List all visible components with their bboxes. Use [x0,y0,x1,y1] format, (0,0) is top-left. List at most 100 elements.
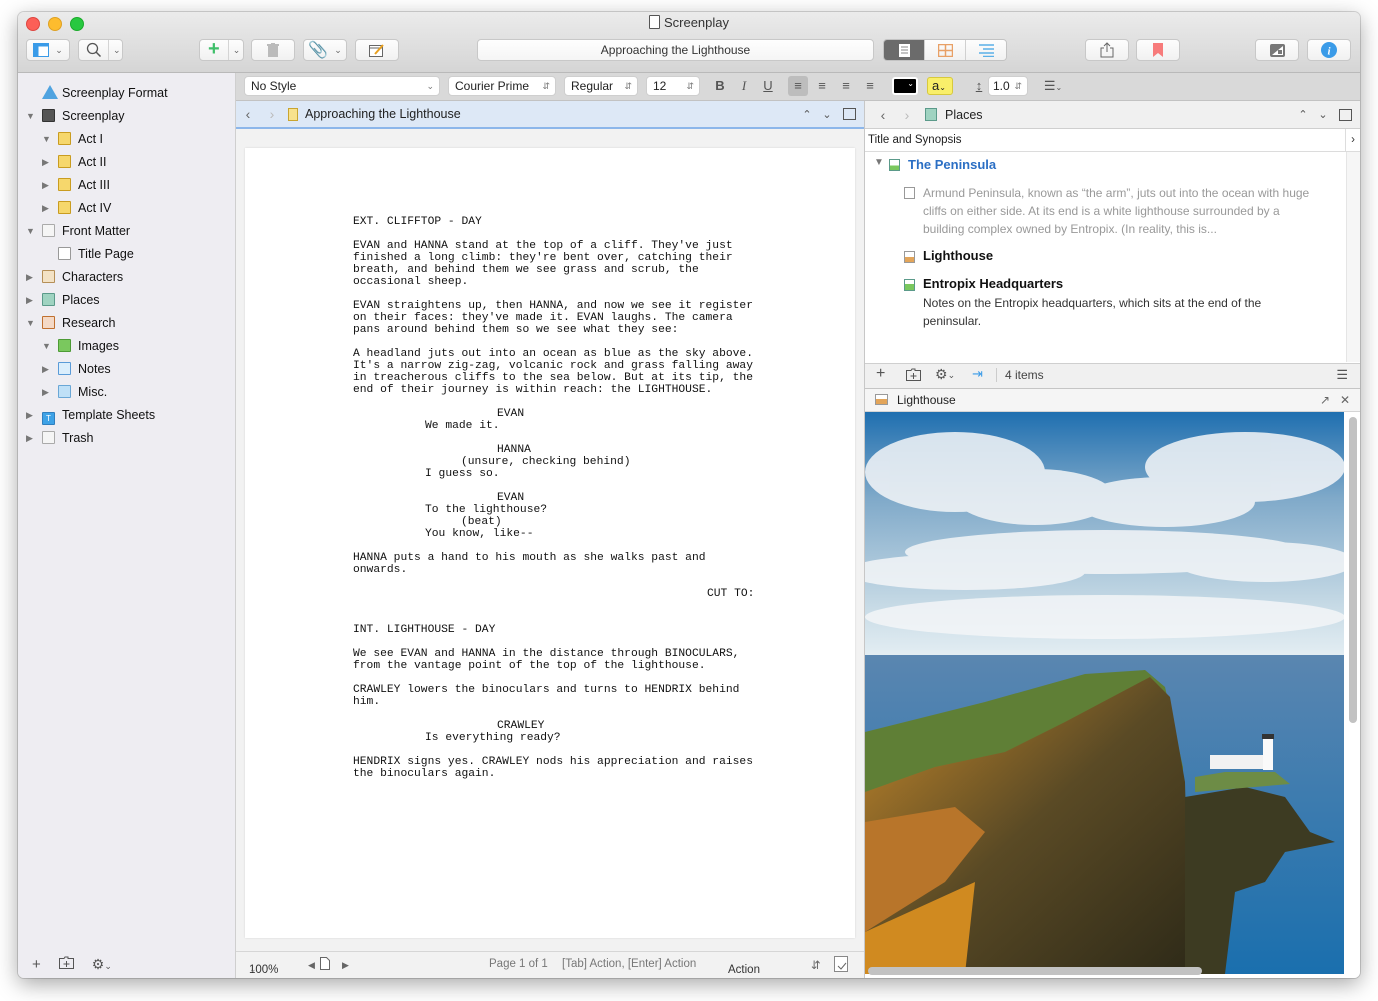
script-dialogue[interactable]: I guess so. [353,468,754,480]
script-dialogue[interactable]: To the lighthouse? [353,504,754,516]
previous-document-button[interactable]: ⌃ [1293,108,1313,121]
italic-button[interactable]: I [734,76,754,96]
script-parenthetical[interactable]: (beat) [353,516,754,528]
page-view-button[interactable] [320,957,330,973]
binder-item[interactable]: ▶ Act II [42,151,106,173]
disclosure-open-icon[interactable]: ▼ [42,128,52,150]
binder-settings-button[interactable]: ⚙⌄ [92,956,112,973]
outliner-row-title[interactable]: Lighthouse [923,248,993,263]
previous-page-button[interactable]: ◀ [308,960,315,971]
composition-mode-button[interactable] [1255,39,1299,61]
layout-button[interactable]: ⌄ [26,39,70,61]
script-action[interactable]: CRAWLEY lowers the binoculars and turns … [353,684,754,708]
script-character[interactable]: EVAN [353,492,754,504]
align-right-button[interactable]: ≡ [836,76,856,96]
binder-item[interactable]: ▼ Screenplay [26,105,125,127]
outliner-row-title[interactable]: The Peninsula [908,157,996,172]
binder-item[interactable]: ▶ Misc. [42,381,107,403]
disclosure-open-icon[interactable]: ▼ [42,335,52,357]
align-left-button[interactable]: ≡ [788,76,808,96]
inspector-button[interactable]: i [1307,39,1351,61]
font-size-field[interactable]: 12 ⇵ [646,76,700,96]
outline-view-options-button[interactable]: ☰ [1336,367,1348,383]
column-header-title-synopsis[interactable]: Title and Synopsis › [865,129,1360,152]
add-item-button[interactable]: + [32,956,41,973]
bold-button[interactable]: B [710,76,730,96]
binder-item[interactable]: ▶ T Template Sheets [26,404,155,426]
binder-item[interactable]: ▶ Act III [42,174,110,196]
image-vertical-scrollbar[interactable] [1349,417,1357,723]
revision-button[interactable] [834,956,848,975]
script-action[interactable]: EVAN and HANNA stand at the top of a cli… [353,240,754,288]
script-character[interactable]: EVAN [353,408,754,420]
disclosure-open-icon[interactable]: ▼ [26,105,36,127]
script-scene[interactable]: INT. LIGHTHOUSE - DAY [353,624,754,636]
add-folder-button[interactable] [58,956,74,973]
binder-item[interactable]: ▼ Front Matter [26,220,130,242]
search-button[interactable]: ⌄ [78,39,123,61]
script-action[interactable]: HANNA puts a hand to his mouth as she wa… [353,552,754,576]
next-document-button[interactable]: ⌄ [817,108,837,121]
binder-item[interactable]: ▶ Notes [42,358,111,380]
script-character[interactable]: CRAWLEY [353,720,754,732]
text-color-button[interactable]: ⌄ [892,77,918,95]
forward-button[interactable]: › [895,107,919,123]
binder-item[interactable]: ▶ Characters [26,266,123,288]
highlight-color-button[interactable]: a⌄ [927,77,953,95]
split-editor-button[interactable] [843,108,856,120]
script-dialogue[interactable]: Is everything ready? [353,732,754,744]
disclosure-open-icon[interactable]: ▼ [26,312,36,334]
forward-button[interactable]: › [260,106,284,122]
binder-item[interactable]: Screenplay Format [42,82,168,104]
disclosure-closed-icon[interactable]: ▶ [42,358,52,380]
split-editor-button[interactable] [1339,108,1352,121]
binder-item[interactable]: Title Page [58,243,134,265]
disclosure-closed-icon[interactable]: ▶ [42,197,52,219]
disclosure-open-icon[interactable]: ▼ [26,220,36,242]
binder-item[interactable]: ▼ Act I [42,128,103,150]
font-weight-select[interactable]: Regular ⇵ [564,76,638,96]
attach-button[interactable]: 📎 ⌄ [303,39,347,61]
script-text[interactable]: EXT. CLIFFTOP - DAY EVAN and HANNA stand … [353,216,754,792]
binder-item[interactable]: ▼ Research [26,312,116,334]
binder-item[interactable]: ▶ Trash [26,427,94,449]
disclosure-closed-icon[interactable]: ▶ [26,427,36,449]
add-folder-button[interactable] [906,368,921,384]
disclosure-closed-icon[interactable]: ▶ [42,174,52,196]
open-external-button[interactable]: ↗ [1320,389,1330,411]
paragraph-style-select[interactable]: No Style ⌄ [244,76,440,96]
settings-button[interactable]: ⚙ ⌄ [935,366,955,383]
next-document-button[interactable]: ⌄ [1313,108,1333,121]
line-spacing-field[interactable]: 1.0 ⇵ [988,76,1028,96]
compose-button[interactable] [355,39,399,61]
view-corkboard-button[interactable] [924,40,965,60]
align-center-button[interactable]: ≡ [812,76,832,96]
outliner-row-synopsis[interactable]: Notes on the Entropix headquarters, whic… [923,294,1261,330]
script-dialogue[interactable]: You know, like-- [353,528,754,540]
outliner-row-synopsis[interactable]: Armund Peninsula, known as “the arm”, ju… [923,184,1309,238]
back-button[interactable]: ‹ [871,107,895,123]
move-in-button[interactable]: ⇥ [972,366,983,382]
previous-document-button[interactable]: ⌃ [797,108,817,121]
next-page-button[interactable]: ▶ [342,960,349,971]
disclosure-closed-icon[interactable]: ▶ [42,381,52,403]
justify-button[interactable]: ≡ [860,76,880,96]
share-button[interactable] [1085,39,1129,61]
script-scene[interactable]: EXT. CLIFFTOP - DAY [353,216,754,228]
disclosure-closed-icon[interactable]: ▶ [26,266,36,288]
script-page[interactable]: EXT. CLIFFTOP - DAY EVAN and HANNA stand … [245,148,855,938]
add-button[interactable]: + ⌄ [199,39,244,61]
underline-button[interactable]: U [758,76,778,96]
back-button[interactable]: ‹ [236,106,260,122]
view-scrivenings-button[interactable] [884,40,924,60]
binder-item[interactable]: ▶ Places [26,289,100,311]
view-outliner-button[interactable] [965,40,1006,60]
columns-menu-button[interactable]: › [1345,129,1360,151]
script-character[interactable]: HANNA [353,444,754,456]
add-item-button[interactable]: + [876,365,885,383]
list-style-button[interactable]: ☰⌄ [1038,76,1068,96]
script-dialogue[interactable]: We made it. [353,420,754,432]
trash-button[interactable] [251,39,295,61]
script-transition[interactable]: CUT TO: [353,588,754,600]
script-parenthetical[interactable]: (unsure, checking behind) [353,456,754,468]
